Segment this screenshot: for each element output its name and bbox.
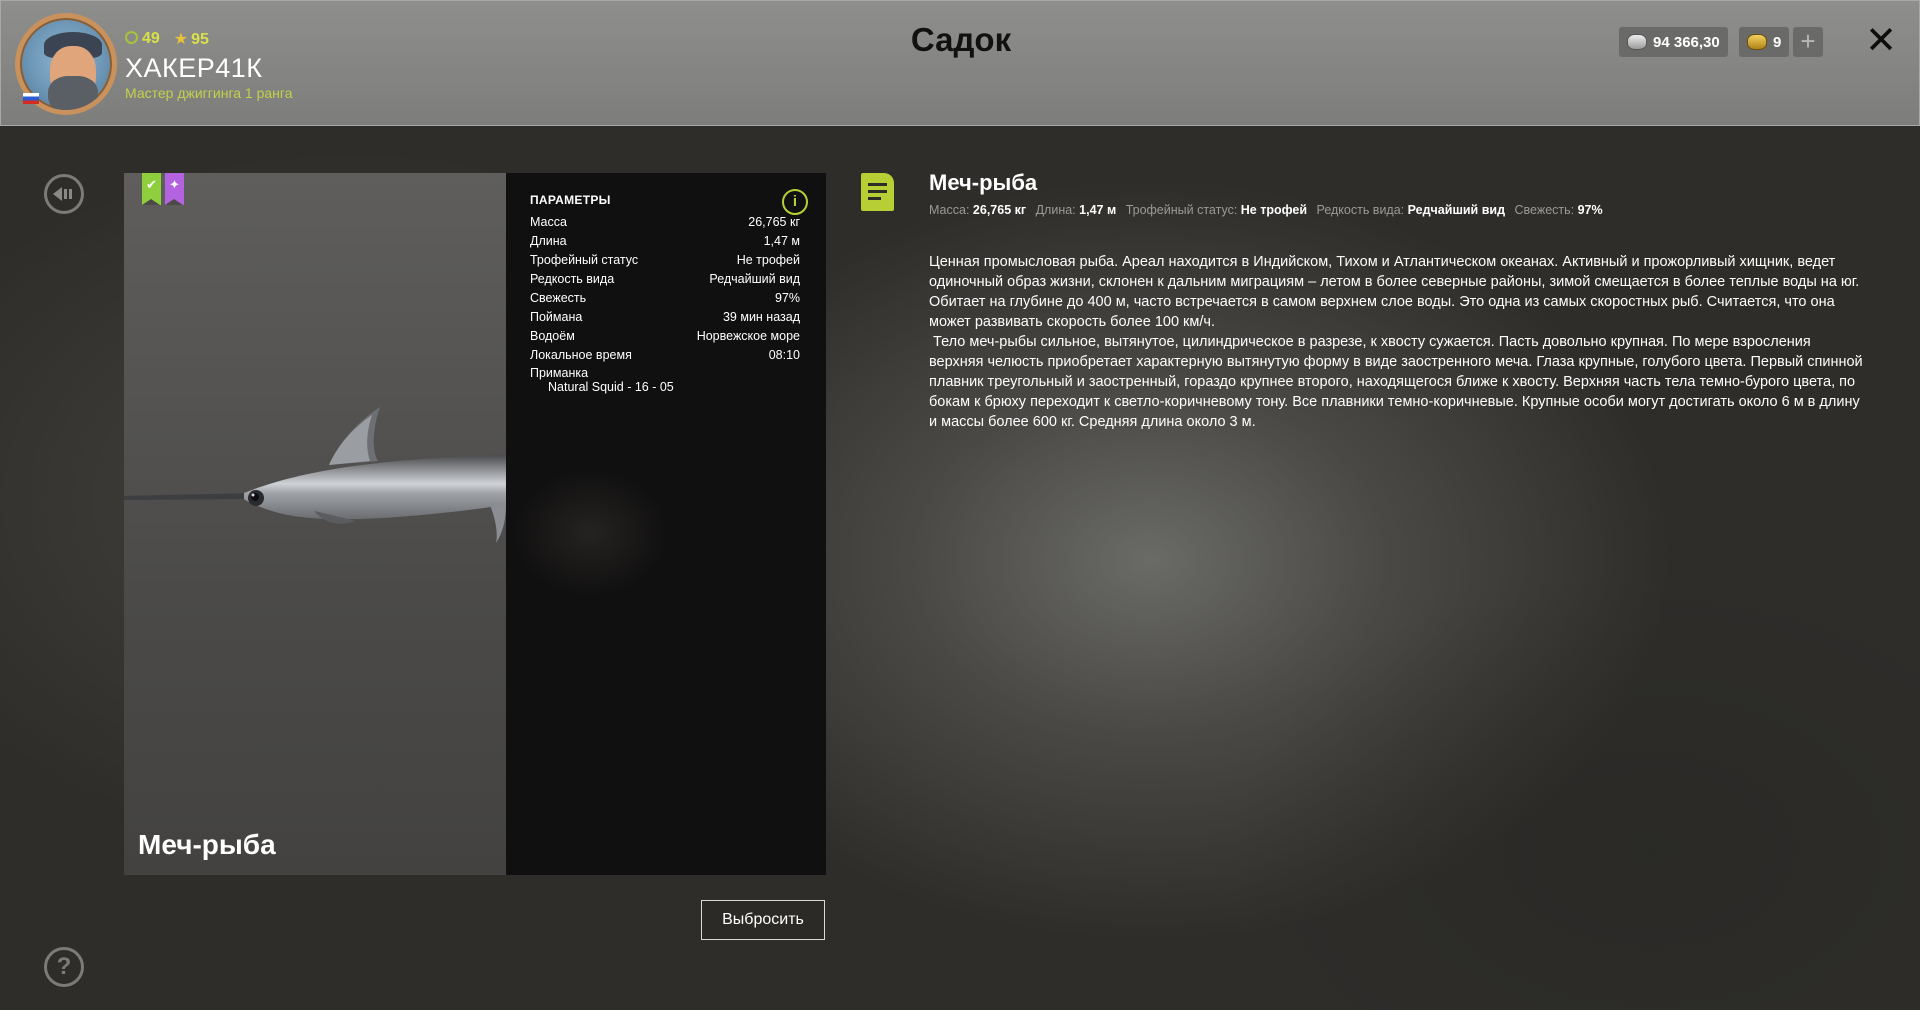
param-row: Длина 1,47 м	[530, 234, 800, 248]
fish-badges: ✔ ✦	[142, 173, 184, 205]
param-row: Редкость вида Редчайший вид	[530, 272, 800, 286]
bait-value: Natural Squid - 16 - 05	[548, 380, 674, 394]
param-row: Поймана 39 мин назад	[530, 310, 800, 324]
back-button[interactable]	[44, 174, 84, 214]
discard-button[interactable]: Выбросить	[701, 900, 825, 940]
description-meta: Масса: 26,765 кг Длина: 1,47 м Трофейный…	[929, 203, 1603, 217]
bait-label: Приманка	[530, 366, 589, 380]
fish-image: ✔ ✦ Меч-рыба	[124, 173, 506, 875]
avatar-beard	[48, 76, 98, 110]
parameters-panel: ПАРАМЕТРЫ Масса 26,765 кг Длина 1,47 м Тро…	[530, 193, 800, 394]
parameters-title: ПАРАМЕТРЫ	[530, 193, 611, 207]
description-paragraph: Ценная промысловая рыба. Ареал находится…	[929, 254, 1860, 330]
player-rank: Мастер джиггинга 1 ранга	[125, 85, 293, 101]
close-button[interactable]: ✕	[1863, 19, 1899, 63]
top-bar: 49 ★ 95 ХАКЕР41К Мастер джиггинга 1 ранга…	[0, 0, 1920, 126]
fish-name: Меч-рыба	[138, 829, 276, 860]
param-row: Масса 26,765 кг	[530, 215, 800, 229]
silver-balance: 94 366,30	[1619, 27, 1728, 57]
description-title: Меч-рыба	[929, 170, 1038, 195]
back-arrow-icon	[53, 187, 72, 201]
info-icon[interactable]: i	[782, 189, 808, 215]
silver-coins-icon	[1627, 34, 1647, 50]
param-row: Трофейный статус Не трофей	[530, 253, 800, 267]
checkmark-badge-icon: ✔	[142, 173, 161, 205]
add-gold-button[interactable]: +	[1793, 27, 1823, 57]
fish-card: ✔ ✦ Меч-рыба ПАРАМЕТРЫ Масса 26,765 кг Д…	[124, 173, 826, 875]
gold-coins-icon	[1747, 34, 1767, 50]
swordfish-image	[124, 407, 506, 543]
document-icon	[861, 173, 894, 211]
param-row: Свежесть 97%	[530, 291, 800, 305]
param-row: Локальное время 08:10	[530, 348, 800, 362]
description-text: Ценная промысловая рыба. Ареал находится…	[929, 252, 1869, 432]
description-paragraph: Тело меч-рыбы сильное, вытянутое, цилинд…	[929, 334, 1867, 430]
russia-flag-icon	[23, 93, 39, 104]
gold-balance: 9	[1739, 27, 1790, 57]
fish-tail-shadow	[506, 433, 716, 633]
help-button[interactable]: ?	[44, 947, 84, 987]
sparkle-badge-icon: ✦	[165, 173, 184, 205]
param-row: Водоём Норвежское море	[530, 329, 800, 343]
